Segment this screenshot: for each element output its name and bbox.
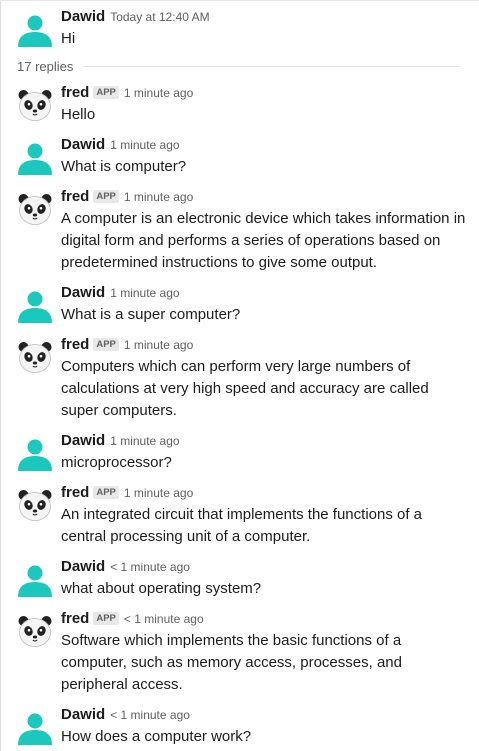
author-name[interactable]: Dawid: [61, 706, 105, 723]
thread-reply: fred APP 1 minute ago Hello: [17, 82, 469, 126]
author-name[interactable]: Dawid: [61, 432, 105, 449]
replies-count: 17 replies: [17, 58, 74, 74]
app-badge: APP: [93, 338, 119, 351]
author-name[interactable]: fred: [61, 84, 89, 101]
message-text: Hello: [61, 106, 96, 123]
person-avatar-icon[interactable]: [17, 709, 53, 745]
author-name[interactable]: fred: [61, 484, 89, 501]
message-time[interactable]: < 1 minute ago: [124, 612, 204, 626]
thread-reply: fred APP 1 minute ago A computer is an ele…: [17, 186, 469, 274]
message-time[interactable]: 1 minute ago: [110, 138, 179, 152]
panda-avatar-icon[interactable]: [17, 487, 53, 523]
message-text: what about operating system?: [61, 580, 262, 597]
person-avatar-icon[interactable]: [17, 561, 53, 597]
panda-avatar-icon[interactable]: [17, 87, 53, 123]
message-time[interactable]: 1 minute ago: [110, 286, 179, 300]
message-time[interactable]: 1 minute ago: [124, 190, 193, 204]
app-badge: APP: [93, 86, 119, 99]
app-badge: APP: [93, 612, 119, 625]
thread-reply: fred APP 1 minute ago An integrated circui…: [17, 482, 469, 548]
message-time[interactable]: Today at 12:40 AM: [110, 10, 209, 24]
message-text: What is computer?: [61, 158, 187, 175]
message-text: What is a super computer?: [61, 306, 241, 323]
message-text: Software which implements the basic func…: [61, 632, 402, 693]
thread-reply: Dawid 1 minute ago What is computer?: [17, 134, 469, 178]
pane-top-border: [0, 0, 479, 1]
panda-avatar-icon[interactable]: [17, 339, 53, 375]
person-avatar-icon[interactable]: [17, 11, 53, 47]
person-avatar-icon[interactable]: [17, 139, 53, 175]
panda-avatar-icon[interactable]: [17, 613, 53, 649]
message-text: An integrated circuit that implements th…: [61, 506, 423, 545]
author-name[interactable]: fred: [61, 188, 89, 205]
message-time[interactable]: < 1 minute ago: [110, 708, 190, 722]
author-name[interactable]: fred: [61, 336, 89, 353]
author-name[interactable]: Dawid: [61, 558, 105, 575]
message-text: Computers which can perform very large n…: [61, 358, 429, 419]
app-badge: APP: [93, 486, 119, 499]
message-time[interactable]: 1 minute ago: [124, 338, 193, 352]
message-text: microprocessor?: [61, 454, 172, 471]
person-avatar-icon[interactable]: [17, 287, 53, 323]
author-name[interactable]: Dawid: [61, 136, 105, 153]
thread-reply: fred APP 1 minute ago Computers which can …: [17, 334, 469, 422]
message-text: A computer is an electronic device which…: [61, 210, 466, 271]
pane-left-border: [0, 0, 1, 751]
message-time[interactable]: 1 minute ago: [124, 486, 193, 500]
author-name[interactable]: Dawid: [61, 8, 105, 25]
divider-line: [83, 65, 459, 67]
message-text: How does a computer work?: [61, 728, 252, 745]
thread-reply: Dawid 1 minute ago What is a super comput…: [17, 282, 469, 326]
message-time[interactable]: 1 minute ago: [110, 434, 179, 448]
author-name[interactable]: Dawid: [61, 284, 105, 301]
app-badge: APP: [93, 190, 119, 203]
thread-reply: Dawid 1 minute ago microprocessor?: [17, 430, 469, 474]
parent-message: Dawid Today at 12:40 AM Hi: [17, 6, 467, 50]
author-name[interactable]: fred: [61, 610, 89, 627]
message-text: Hi: [61, 30, 76, 47]
replies-divider: 17 replies: [17, 56, 459, 76]
thread-reply: Dawid < 1 minute ago what about operating…: [17, 556, 469, 600]
thread-reply: fred APP < 1 minute ago Software which imp…: [17, 608, 469, 696]
message-time[interactable]: < 1 minute ago: [110, 560, 190, 574]
message-time[interactable]: 1 minute ago: [124, 86, 193, 100]
person-avatar-icon[interactable]: [17, 435, 53, 471]
thread-reply: Dawid < 1 minute ago How does a computer …: [17, 704, 469, 748]
panda-avatar-icon[interactable]: [17, 191, 53, 227]
